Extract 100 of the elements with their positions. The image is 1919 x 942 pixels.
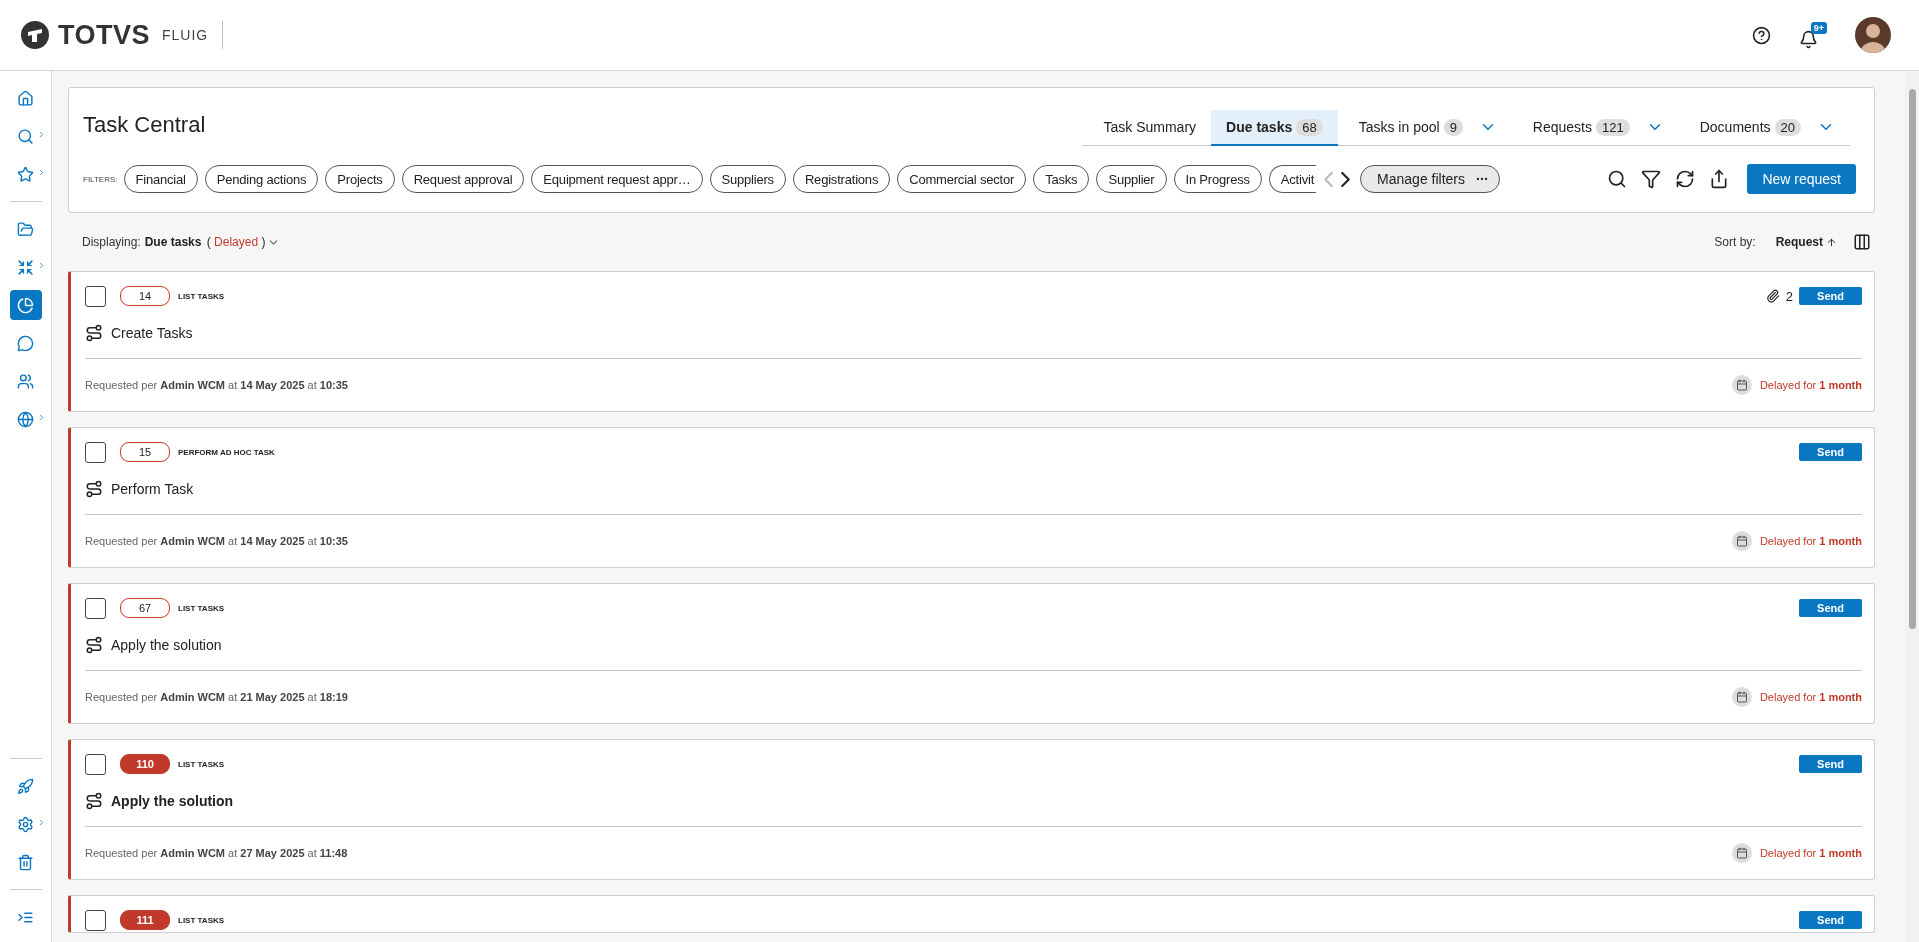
avatar[interactable] bbox=[1855, 17, 1891, 53]
refresh-button[interactable] bbox=[1675, 169, 1696, 189]
next-button[interactable] bbox=[1341, 171, 1351, 187]
search-icon bbox=[17, 127, 34, 145]
notification-count: 9+ bbox=[1810, 21, 1827, 34]
filter-button[interactable] bbox=[1641, 169, 1662, 189]
sort-label: Sort by: bbox=[1714, 235, 1756, 249]
filters-label: FILTERS: bbox=[83, 174, 118, 184]
filter-chip[interactable]: Commercial sector bbox=[897, 165, 1027, 193]
scrollbar-thumb[interactable] bbox=[1908, 89, 1916, 629]
checkbox[interactable] bbox=[85, 597, 106, 619]
pie-chart-icon bbox=[17, 296, 34, 314]
requested-info: Requested per Admin WCM at 14 May 2025 at 10:35 bbox=[85, 535, 348, 547]
filter-chip[interactable]: Equipment request appr… bbox=[531, 165, 703, 193]
filter-chip[interactable]: Request approval bbox=[401, 165, 525, 193]
task-card[interactable]: 111 LIST TASKS Send bbox=[68, 895, 1875, 933]
filter-chip[interactable]: Supplier bbox=[1096, 165, 1167, 193]
tab[interactable]: Task Summary bbox=[1088, 110, 1212, 146]
help-button[interactable] bbox=[1752, 25, 1771, 45]
checkbox[interactable] bbox=[85, 285, 106, 307]
filter-chip[interactable]: Tasks bbox=[1033, 165, 1090, 193]
send-button[interactable]: Send bbox=[1799, 443, 1862, 461]
filter-chip[interactable]: Projects bbox=[325, 165, 395, 193]
users-icon bbox=[17, 372, 34, 390]
search-button[interactable] bbox=[1607, 169, 1628, 189]
tab[interactable]: Documents 20 bbox=[1684, 110, 1850, 146]
folder-icon bbox=[17, 220, 34, 238]
calendar-icon bbox=[1731, 375, 1752, 395]
search-icon bbox=[1607, 169, 1628, 189]
route-icon bbox=[85, 324, 103, 342]
sidebar-button[interactable] bbox=[9, 290, 42, 320]
task-type: LIST TASKS bbox=[178, 291, 225, 301]
filter-chip[interactable]: Pending actions bbox=[204, 165, 319, 193]
calendar-icon bbox=[1731, 843, 1752, 863]
filter-chip[interactable]: In Progress bbox=[1173, 165, 1262, 193]
share-button[interactable] bbox=[1709, 169, 1730, 189]
delay-info: Delayed for 1 month bbox=[1759, 535, 1862, 547]
filter-chip[interactable]: Activit bbox=[1268, 165, 1317, 193]
paperclip-icon bbox=[1765, 289, 1780, 303]
delay-info: Delayed for 1 month bbox=[1759, 691, 1862, 703]
task-type: LIST TASKS bbox=[178, 915, 225, 925]
page-title: Task Central bbox=[83, 112, 206, 138]
tab[interactable]: Requests 121 bbox=[1517, 110, 1679, 146]
route-icon bbox=[85, 636, 103, 654]
tab[interactable]: Tasks in pool 9 bbox=[1343, 110, 1512, 146]
task-number: 14 bbox=[120, 286, 170, 306]
arrows-inward-icon bbox=[17, 258, 34, 276]
filter-icon bbox=[1641, 169, 1662, 189]
task-title: Apply the solution bbox=[111, 637, 222, 653]
refresh-icon bbox=[1675, 169, 1696, 189]
filter-chip[interactable]: Financial bbox=[123, 165, 198, 193]
checkbox[interactable] bbox=[85, 753, 106, 775]
send-button[interactable]: Send bbox=[1799, 755, 1862, 773]
delay-info: Delayed for 1 month bbox=[1759, 847, 1862, 859]
columns-button[interactable] bbox=[1853, 233, 1871, 251]
task-card[interactable]: 67 LIST TASKS Send Apply the solution Requested per Admin WCM at 21 May 2025 at 18:19 Delayed for 1 month bbox=[68, 583, 1875, 724]
task-number: 67 bbox=[120, 598, 170, 618]
task-title: Perform Task bbox=[111, 481, 194, 497]
filter-chip[interactable]: Registrations bbox=[792, 165, 891, 193]
trash-icon bbox=[17, 853, 34, 871]
displaying-label: Displaying: bbox=[82, 235, 141, 249]
requested-info: Requested per Admin WCM at 21 May 2025 at 18:19 bbox=[85, 691, 348, 703]
task-card[interactable]: 14 LIST TASKS 2 Send Create Tasks Requested per Admin WCM at 14 May 2025 at 10:35 Delayed for 1 month bbox=[68, 271, 1875, 412]
task-title: Apply the solution bbox=[111, 793, 234, 809]
brand-name: TOTVS bbox=[58, 19, 151, 51]
arrow-up-icon bbox=[1826, 236, 1837, 248]
share-icon bbox=[1709, 169, 1730, 189]
delay-info: Delayed for 1 month bbox=[1759, 379, 1862, 391]
task-number: 110 bbox=[120, 754, 170, 774]
notifications-button[interactable]: 9+ bbox=[1799, 21, 1827, 49]
task-type: LIST TASKS bbox=[178, 603, 225, 613]
route-icon bbox=[85, 792, 103, 810]
checkbox[interactable] bbox=[85, 909, 106, 931]
send-button[interactable]: Send bbox=[1799, 287, 1862, 305]
requested-info: Requested per Admin WCM at 27 May 2025 at 11:48 bbox=[85, 847, 348, 859]
product-name: FLUIG bbox=[158, 21, 224, 49]
task-number: 111 bbox=[120, 910, 170, 930]
route-icon bbox=[85, 480, 103, 498]
task-number: 15 bbox=[120, 442, 170, 462]
task-card[interactable]: 110 LIST TASKS Send Apply the solution Requested per Admin WCM at 27 May 2025 at 11:48 Delayed for 1 month bbox=[68, 739, 1875, 880]
tab[interactable]: Due tasks 68 bbox=[1211, 110, 1338, 146]
logo-icon bbox=[20, 20, 50, 50]
view-selector[interactable]: Due tasks ( Delayed ) bbox=[144, 235, 281, 249]
scrollbar[interactable] bbox=[1905, 71, 1919, 942]
task-type: LIST TASKS bbox=[178, 759, 225, 769]
filter-chip[interactable]: Suppliers bbox=[709, 165, 786, 193]
checkbox[interactable] bbox=[85, 441, 106, 463]
requested-info: Requested per Admin WCM at 14 May 2025 at 10:35 bbox=[85, 379, 348, 391]
send-button[interactable]: Send bbox=[1799, 599, 1862, 617]
bell-icon bbox=[1799, 29, 1818, 49]
send-button[interactable]: Send bbox=[1799, 911, 1862, 929]
task-title: Create Tasks bbox=[111, 325, 193, 341]
calendar-icon bbox=[1731, 687, 1752, 707]
manage-filters-button[interactable]: Manage filters bbox=[1360, 165, 1500, 193]
sort-button[interactable]: Request bbox=[1775, 235, 1837, 249]
task-card[interactable]: 15 PERFORM AD HOC TASK Send Perform Task Requested per Admin WCM at 14 May 2025 at 10:35 Delayed for 1 month bbox=[68, 427, 1875, 568]
home-icon bbox=[17, 89, 34, 107]
new-request-button[interactable]: New request bbox=[1747, 164, 1856, 194]
calendar-icon bbox=[1731, 531, 1752, 551]
settings-icon bbox=[17, 815, 34, 833]
